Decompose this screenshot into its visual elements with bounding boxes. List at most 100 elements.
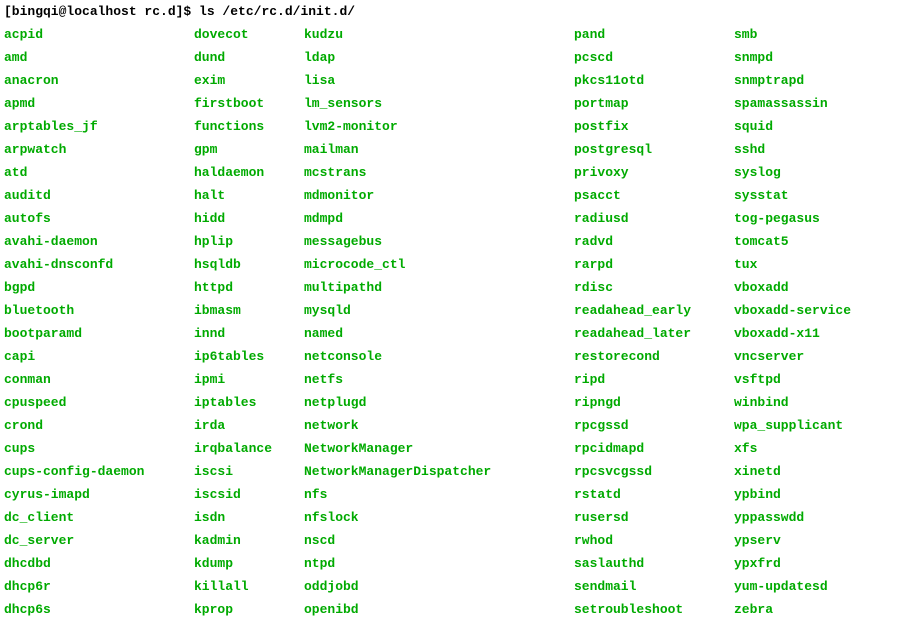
- file-entry: multipathd: [304, 276, 574, 299]
- file-entry: cpuspeed: [4, 391, 194, 414]
- column-1: acpidamdanacronapmdarptables_jfarpwatcha…: [4, 23, 194, 621]
- file-entry: cups-config-daemon: [4, 460, 194, 483]
- file-entry: halt: [194, 184, 304, 207]
- file-entry: kprop: [194, 598, 304, 621]
- file-entry: isdn: [194, 506, 304, 529]
- file-entry: oddjobd: [304, 575, 574, 598]
- file-entry: pcscd: [574, 46, 734, 69]
- column-3: kudzuldaplisalm_sensorslvm2-monitormailm…: [304, 23, 574, 621]
- file-entry: yppasswdd: [734, 506, 904, 529]
- file-entry: functions: [194, 115, 304, 138]
- file-entry: pkcs11otd: [574, 69, 734, 92]
- file-entry: atd: [4, 161, 194, 184]
- file-entry: gpm: [194, 138, 304, 161]
- shell-prompt: [bingqi@localhost rc.d]$ ls /etc/rc.d/in…: [4, 4, 910, 19]
- file-entry: spamassassin: [734, 92, 904, 115]
- file-entry: named: [304, 322, 574, 345]
- file-entry: mdmonitor: [304, 184, 574, 207]
- file-entry: dc_client: [4, 506, 194, 529]
- file-entry: setroubleshoot: [574, 598, 734, 621]
- file-entry: dund: [194, 46, 304, 69]
- file-entry: lvm2-monitor: [304, 115, 574, 138]
- file-entry: snmptrapd: [734, 69, 904, 92]
- file-entry: killall: [194, 575, 304, 598]
- file-entry: bootparamd: [4, 322, 194, 345]
- file-entry: smb: [734, 23, 904, 46]
- file-entry: tux: [734, 253, 904, 276]
- file-entry: ypbind: [734, 483, 904, 506]
- file-entry: messagebus: [304, 230, 574, 253]
- file-entry: yum-updatesd: [734, 575, 904, 598]
- file-entry: rstatd: [574, 483, 734, 506]
- file-entry: hidd: [194, 207, 304, 230]
- file-entry: tomcat5: [734, 230, 904, 253]
- file-entry: psacct: [574, 184, 734, 207]
- file-entry: cyrus-imapd: [4, 483, 194, 506]
- file-entry: radvd: [574, 230, 734, 253]
- file-entry: netfs: [304, 368, 574, 391]
- file-entry: exim: [194, 69, 304, 92]
- column-2: dovecotdundeximfirstbootfunctionsgpmhald…: [194, 23, 304, 621]
- file-entry: arpwatch: [4, 138, 194, 161]
- file-entry: autofs: [4, 207, 194, 230]
- file-entry: httpd: [194, 276, 304, 299]
- file-entry: vsftpd: [734, 368, 904, 391]
- file-entry: netconsole: [304, 345, 574, 368]
- file-entry: crond: [4, 414, 194, 437]
- file-entry: hplip: [194, 230, 304, 253]
- file-entry: nscd: [304, 529, 574, 552]
- file-entry: sendmail: [574, 575, 734, 598]
- file-entry: ibmasm: [194, 299, 304, 322]
- file-entry: apmd: [4, 92, 194, 115]
- file-entry: kdump: [194, 552, 304, 575]
- file-entry: vncserver: [734, 345, 904, 368]
- file-entry: postgresql: [574, 138, 734, 161]
- file-entry: xfs: [734, 437, 904, 460]
- file-entry: rwhod: [574, 529, 734, 552]
- file-entry: cups: [4, 437, 194, 460]
- column-5: smbsnmpdsnmptrapdspamassassinsquidsshdsy…: [734, 23, 904, 621]
- file-entry: lm_sensors: [304, 92, 574, 115]
- column-4: pandpcscdpkcs11otdportmappostfixpostgres…: [574, 23, 734, 621]
- file-entry: acpid: [4, 23, 194, 46]
- file-entry: restorecond: [574, 345, 734, 368]
- file-entry: arptables_jf: [4, 115, 194, 138]
- file-entry: irqbalance: [194, 437, 304, 460]
- file-entry: portmap: [574, 92, 734, 115]
- file-entry: capi: [4, 345, 194, 368]
- file-entry: ldap: [304, 46, 574, 69]
- file-entry: zebra: [734, 598, 904, 621]
- file-entry: syslog: [734, 161, 904, 184]
- file-entry: network: [304, 414, 574, 437]
- file-entry: rpcidmapd: [574, 437, 734, 460]
- file-entry: pand: [574, 23, 734, 46]
- file-entry: iscsi: [194, 460, 304, 483]
- file-entry: microcode_ctl: [304, 253, 574, 276]
- file-entry: innd: [194, 322, 304, 345]
- file-entry: squid: [734, 115, 904, 138]
- file-entry: kudzu: [304, 23, 574, 46]
- file-entry: ypserv: [734, 529, 904, 552]
- file-entry: nfslock: [304, 506, 574, 529]
- file-entry: anacron: [4, 69, 194, 92]
- file-entry: wpa_supplicant: [734, 414, 904, 437]
- file-entry: vboxadd: [734, 276, 904, 299]
- file-entry: nfs: [304, 483, 574, 506]
- file-entry: irda: [194, 414, 304, 437]
- file-entry: readahead_early: [574, 299, 734, 322]
- file-entry: firstboot: [194, 92, 304, 115]
- file-entry: vboxadd-x11: [734, 322, 904, 345]
- file-entry: xinetd: [734, 460, 904, 483]
- file-entry: rpcgssd: [574, 414, 734, 437]
- file-entry: ripd: [574, 368, 734, 391]
- file-entry: hsqldb: [194, 253, 304, 276]
- file-entry: mysqld: [304, 299, 574, 322]
- file-entry: iscsid: [194, 483, 304, 506]
- file-entry: rusersd: [574, 506, 734, 529]
- file-entry: vboxadd-service: [734, 299, 904, 322]
- file-entry: dhcp6s: [4, 598, 194, 621]
- file-entry: haldaemon: [194, 161, 304, 184]
- file-entry: iptables: [194, 391, 304, 414]
- file-entry: openibd: [304, 598, 574, 621]
- file-entry: netplugd: [304, 391, 574, 414]
